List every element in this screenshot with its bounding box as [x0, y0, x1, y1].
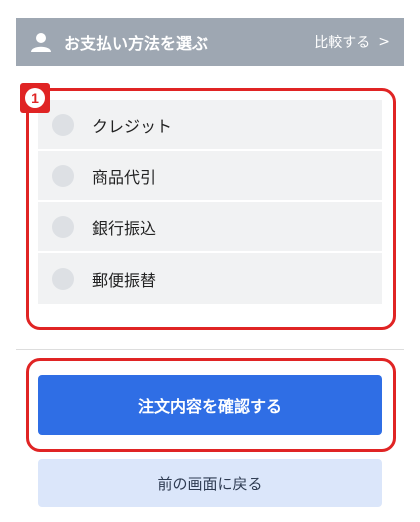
confirm-order-button[interactable]: 注文内容を確認する — [38, 375, 382, 435]
payment-option-cod[interactable]: 商品代引 — [38, 151, 382, 202]
step-badge: 1 — [20, 83, 50, 113]
compare-link[interactable]: 比較する > — [314, 32, 390, 52]
radio-button[interactable] — [52, 215, 74, 238]
compare-label: 比較する — [314, 35, 371, 51]
payment-option-bank-transfer[interactable]: 銀行振込 — [38, 202, 382, 253]
payment-option-label: クレジット — [92, 116, 173, 136]
payment-option-credit[interactable]: クレジット — [38, 100, 382, 151]
payment-options-list: クレジット 商品代引 銀行振込 郵便振替 — [38, 100, 382, 304]
header-title: お支払い方法を選ぶ — [64, 34, 209, 53]
payment-method-header: お支払い方法を選ぶ 比較する > — [16, 18, 404, 66]
back-button[interactable]: 前の画面に戻る — [38, 459, 382, 507]
section-divider — [16, 349, 404, 350]
radio-button[interactable] — [52, 113, 74, 136]
chevron-right-icon: > — [378, 34, 390, 50]
step-number: 1 — [25, 88, 45, 108]
radio-button[interactable] — [52, 164, 74, 187]
payment-option-label: 銀行振込 — [92, 218, 157, 238]
user-icon — [31, 33, 51, 52]
payment-option-label: 郵便振替 — [92, 270, 157, 290]
radio-button[interactable] — [52, 267, 74, 290]
payment-option-label: 商品代引 — [92, 167, 157, 187]
payment-option-postal-transfer[interactable]: 郵便振替 — [38, 253, 382, 304]
